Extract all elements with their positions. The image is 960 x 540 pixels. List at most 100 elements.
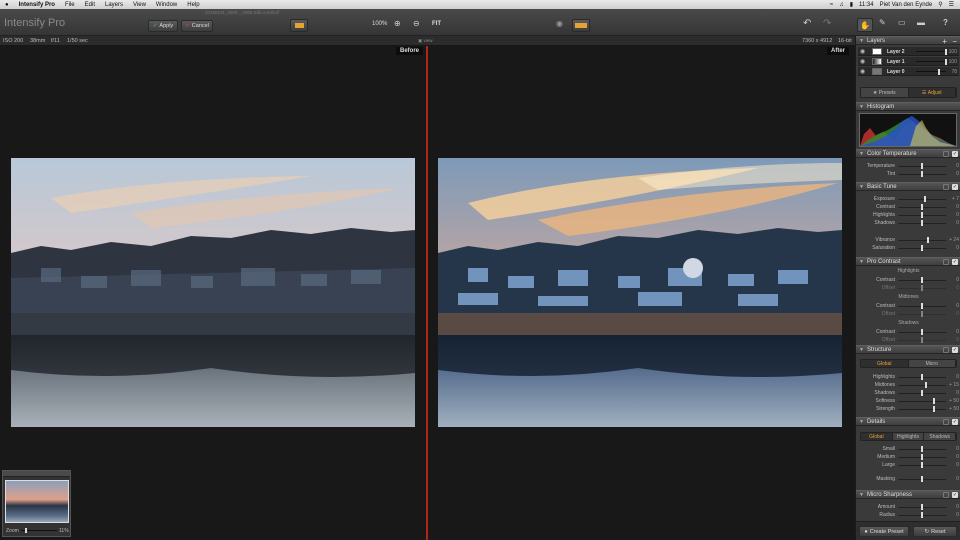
section-enable-checkbox[interactable]: ✓ [952,184,958,190]
battery-icon[interactable]: ▮ [850,1,853,8]
tab-adjust[interactable]: ☰ Adjust [908,88,956,97]
tab-structure-micro[interactable]: Micro [908,360,956,367]
tab-details-highlights[interactable]: Highlights [892,433,925,440]
gradient-icon[interactable]: ▬ [917,18,925,27]
slider-thumb[interactable] [933,398,935,404]
redo-icon[interactable]: ↷ [823,18,831,29]
slider-track[interactable] [898,384,946,386]
navigator-titlebar[interactable] [3,471,70,477]
details-header[interactable]: ▼ Details ✓ [856,417,960,426]
user-name[interactable]: Piet Van den Eynde [880,2,933,8]
slider-thumb[interactable] [921,504,923,510]
navigator-thumbnail[interactable] [5,480,69,523]
after-image[interactable] [438,158,842,427]
slider-thumb[interactable] [921,462,923,468]
fit-button[interactable]: FIT [432,21,441,27]
section-enable-checkbox[interactable]: ✓ [952,259,958,265]
list-icon[interactable]: ☰ [949,1,954,8]
slider-thumb[interactable] [921,390,923,396]
pro-contrast-header[interactable]: ▼ Pro Contrast ✓ [856,257,960,266]
layer-row[interactable]: ◉ Layer 0 78 [858,67,959,76]
slider-thumb[interactable] [926,237,929,243]
menu-layers[interactable]: Layers [100,2,128,8]
layer-opacity-track[interactable] [916,61,946,62]
add-layer-icon[interactable]: + [942,37,947,46]
slider-track[interactable] [898,239,946,241]
navigator-zoom-slider[interactable] [24,528,27,533]
layer-opacity-thumb[interactable] [945,48,947,55]
slider-thumb[interactable] [921,277,923,283]
slider-thumb[interactable] [921,329,923,335]
layers-header[interactable]: ▼ Layers + − [856,36,960,46]
histogram-header[interactable]: ▼ Histogram [856,102,960,111]
eraser-icon[interactable]: ▭ [898,18,906,27]
reset-button[interactable]: ↻ Reset [913,526,957,537]
slider-thumb[interactable] [933,406,935,412]
help-icon[interactable]: ? [943,18,948,27]
zoom-100-button[interactable]: 100% [372,21,387,27]
slider-thumb[interactable] [921,374,923,380]
slider-thumb[interactable] [921,337,923,343]
menu-file[interactable]: File [60,2,80,8]
layer-opacity-track[interactable] [916,71,946,72]
menu-help[interactable]: Help [182,2,204,8]
undo-icon[interactable]: ↶ [803,18,811,29]
remove-layer-icon[interactable]: − [952,37,957,46]
slider-thumb[interactable] [924,382,927,388]
layer-opacity-thumb[interactable] [945,58,947,65]
apply-button[interactable]: ✓ Apply [148,20,178,32]
menu-window[interactable]: Window [151,2,182,8]
slider-thumb[interactable] [921,220,923,226]
slider-thumb[interactable] [921,245,923,251]
slider-thumb[interactable] [921,212,923,218]
menu-view[interactable]: View [128,2,151,8]
clock[interactable]: 11:34 [859,2,874,8]
layer-opacity-thumb[interactable] [938,68,941,75]
split-divider-handle[interactable] [426,46,428,540]
slider-thumb[interactable] [921,512,923,518]
volume-icon[interactable]: ♫ [839,2,844,8]
slider-track[interactable] [898,408,946,410]
layer-opacity-track[interactable] [916,51,946,52]
slider-thumb[interactable] [921,454,923,460]
tab-presets[interactable]: ★ Presets [861,88,909,97]
slider-thumb[interactable] [921,303,923,309]
layer-visibility-eye-icon[interactable]: ◉ [860,48,865,55]
tab-details-global[interactable]: Global [861,433,893,440]
section-enable-checkbox[interactable]: ✓ [952,492,958,498]
section-enable-checkbox[interactable]: ✓ [952,419,958,425]
slider-thumb[interactable] [923,196,926,202]
layer-visibility-eye-icon[interactable]: ◉ [860,68,865,75]
slider-thumb[interactable] [921,285,923,291]
tab-structure-global[interactable]: Global [861,360,909,367]
zoom-in-icon[interactable]: ⊕ [394,19,401,28]
section-enable-checkbox[interactable]: ✓ [952,347,958,353]
menu-edit[interactable]: Edit [80,2,100,8]
eye-icon[interactable]: ◉ [556,19,563,28]
slider-thumb[interactable] [921,163,923,169]
slider-thumb[interactable] [921,476,923,482]
basic-tune-header[interactable]: ▼ Basic Tune ✓ [856,182,960,191]
layer-visibility-eye-icon[interactable]: ◉ [860,58,865,65]
before-image[interactable] [11,158,415,427]
slider-track[interactable] [898,198,946,200]
tab-details-shadows[interactable]: Shadows [924,433,956,440]
slider-thumb[interactable] [921,171,923,177]
section-enable-checkbox[interactable]: ✓ [952,151,958,157]
slider-thumb[interactable] [921,446,923,452]
color-temperature-header[interactable]: ▼ Color Temperature ✓ [856,149,960,158]
layer-row[interactable]: ◉ Layer 1 100 [858,57,959,66]
slider-thumb[interactable] [921,311,923,317]
hand-tool-button[interactable]: ✋ [857,18,873,32]
menu-app-name[interactable]: Intensify Pro [14,2,60,8]
split-view-button[interactable] [572,19,590,32]
zoom-out-icon[interactable]: ⊖ [413,19,420,28]
wifi-icon[interactable]: ≈ [830,2,833,8]
cancel-button[interactable]: ✕ Cancel [181,20,213,32]
layer-row[interactable]: ◉ Layer 2 100 [858,47,959,56]
layout-toggle-button[interactable] [290,19,308,32]
brush-icon[interactable]: ✎ [879,18,886,27]
create-preset-button[interactable]: ● Create Preset [859,526,909,537]
micro-sharpness-header[interactable]: ▼ Micro Sharpness ✓ [856,490,960,499]
search-icon[interactable]: ⚲ [938,1,942,8]
